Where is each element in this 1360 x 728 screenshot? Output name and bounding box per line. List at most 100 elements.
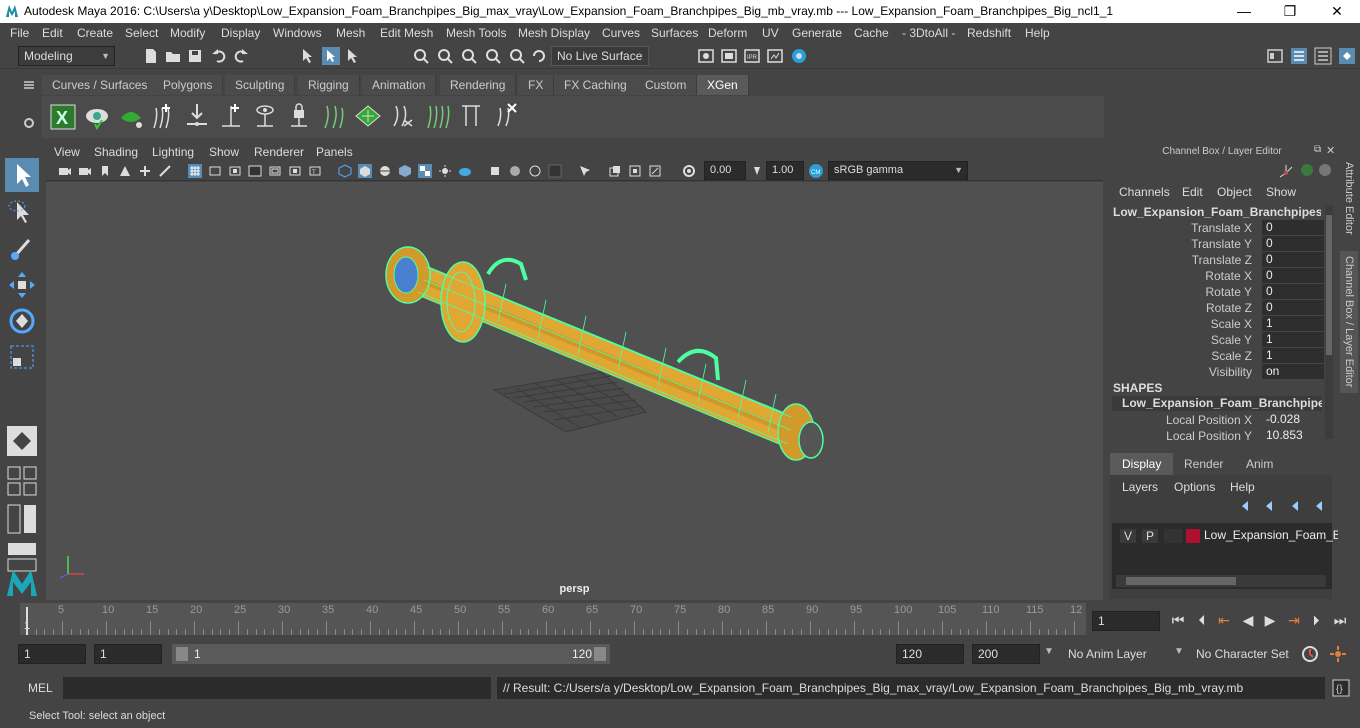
menu-display[interactable]: Display (221, 26, 260, 40)
range-start-handle[interactable] (176, 647, 188, 661)
delete-guides-icon[interactable] (492, 102, 518, 130)
select-tool-icon[interactable] (5, 158, 39, 192)
menu-windows[interactable]: Windows (273, 26, 322, 40)
layer-list-hscrollbar[interactable] (1116, 575, 1326, 587)
attr-translate-z[interactable]: Translate Z0 (1114, 252, 1334, 268)
attr-visibility[interactable]: Visibility on (1114, 364, 1334, 380)
attr-local-position-x[interactable]: Local Position X -0.028 (1114, 412, 1334, 428)
isolate-select-icon[interactable] (488, 164, 502, 178)
exposure-field[interactable]: 0.00 (704, 161, 746, 180)
go-to-end-icon[interactable]: ⏭ (1332, 612, 1348, 628)
tab-animation[interactable]: Animation (362, 75, 437, 95)
gamma-icon[interactable] (750, 164, 764, 178)
step-back-key-icon[interactable]: ⇤ (1216, 612, 1232, 628)
menu-select[interactable]: Select (125, 26, 158, 40)
animation-start-field[interactable]: 1 (18, 644, 86, 664)
attr-translate-y[interactable]: Translate Y0 (1114, 236, 1334, 252)
attr-local-position-y[interactable]: Local Position Y 10.853 (1114, 428, 1334, 444)
render-frame-icon[interactable] (720, 47, 738, 65)
textured-icon[interactable] (398, 164, 412, 178)
tab-fx-caching[interactable]: FX Caching (554, 75, 638, 95)
anim-layer-dropdown[interactable]: No Anim Layer (1062, 644, 1160, 664)
maximize-button[interactable]: ❐ (1275, 2, 1305, 20)
current-frame-field[interactable]: 1 (1092, 611, 1160, 631)
viewport-menu-shading[interactable]: Shading (94, 145, 138, 159)
two-view-layout-icon[interactable] (5, 502, 39, 536)
toggle-attribute-editor-icon[interactable] (1290, 47, 1308, 65)
field-chart-icon[interactable] (268, 164, 282, 178)
command-input[interactable] (63, 677, 491, 699)
menu-uv[interactable]: UV (762, 26, 779, 40)
select-component-icon[interactable] (344, 47, 362, 65)
shelf-settings-gear-icon[interactable] (22, 116, 36, 130)
snap-surface-icon[interactable] (508, 47, 526, 65)
tab-render-layers[interactable]: Render (1172, 453, 1235, 475)
tab-sculpting[interactable]: Sculpting (225, 75, 296, 95)
channel-box-sync-icon[interactable] (1300, 163, 1314, 177)
script-language-label[interactable]: MEL (28, 681, 53, 695)
menu-deform[interactable]: Deform (708, 26, 747, 40)
go-to-start-icon[interactable]: ⏮ (1170, 612, 1186, 628)
menu-edit[interactable]: Edit (42, 26, 63, 40)
guides-to-curves-icon[interactable] (424, 102, 452, 130)
scale-tool-icon[interactable] (5, 340, 39, 374)
single-perspective-layout-icon[interactable] (5, 424, 39, 458)
make-live-icon[interactable] (530, 47, 548, 65)
animation-preferences-icon[interactable] (1328, 644, 1348, 664)
menu-file[interactable]: File (10, 26, 29, 40)
select-camera-icon[interactable] (58, 164, 72, 178)
show-guides-icon[interactable] (252, 102, 278, 130)
tab-channel-box-layer-editor[interactable]: Channel Box / Layer Editor (1340, 251, 1358, 393)
shadows-icon[interactable] (438, 164, 452, 178)
open-scene-icon[interactable] (164, 47, 182, 65)
resolution-gate-icon[interactable] (228, 164, 242, 178)
guide-curves-icon[interactable] (320, 102, 346, 130)
toggle-tool-settings-icon[interactable] (1314, 47, 1332, 65)
animation-end-field[interactable]: 200 (972, 644, 1040, 664)
select-hierarchy-icon[interactable] (300, 47, 318, 65)
film-gate-icon[interactable] (208, 164, 222, 178)
tab-custom[interactable]: Custom (635, 75, 698, 95)
gamma-field[interactable]: 1.00 (766, 161, 804, 180)
layer-display-type[interactable] (1164, 529, 1182, 543)
frame-all-icon[interactable] (608, 164, 622, 178)
attr-rotate-z[interactable]: Rotate Z0 (1114, 300, 1334, 316)
view-transform-dropdown[interactable]: sRGB gamma ▼ (828, 161, 968, 180)
script-editor-icon[interactable]: {} (1332, 679, 1350, 697)
rebuild-guides-icon[interactable] (390, 102, 416, 130)
render-view-icon[interactable] (766, 47, 784, 65)
camera-attributes-icon[interactable] (78, 164, 92, 178)
close-button[interactable]: ✕ (1322, 2, 1352, 20)
screen-space-ao-icon[interactable] (458, 164, 472, 178)
menu-generate[interactable]: Generate (792, 26, 842, 40)
hypershade-icon[interactable] (790, 47, 808, 65)
snap-grid-icon[interactable] (412, 47, 430, 65)
live-surface-field[interactable]: No Live Surface (551, 46, 649, 66)
bookmark-icon[interactable] (98, 164, 112, 178)
menu-cache[interactable]: Cache (854, 26, 889, 40)
sample-mesh-icon[interactable] (354, 102, 382, 130)
cb-menu-show[interactable]: Show (1266, 185, 1296, 199)
render-settings-icon[interactable] (697, 47, 715, 65)
maya-home-logo-icon[interactable] (5, 566, 39, 600)
wireframe-on-shaded-icon[interactable] (378, 164, 392, 178)
select-object-icon[interactable] (322, 47, 340, 65)
lock-guides-icon[interactable] (286, 102, 312, 130)
viewport-menu-lighting[interactable]: Lighting (152, 145, 194, 159)
viewport-menu-panels[interactable]: Panels (316, 145, 353, 159)
toggle-camera-icon[interactable] (648, 164, 662, 178)
menu-curves[interactable]: Curves (602, 26, 640, 40)
current-time-indicator[interactable] (26, 607, 28, 635)
menu-edit-mesh[interactable]: Edit Mesh (380, 26, 433, 40)
tab-fx[interactable]: FX (518, 75, 555, 95)
gate-mask-icon[interactable] (248, 164, 262, 178)
step-forward-frame-icon[interactable]: ⏵ (1308, 612, 1324, 628)
close-panel-icon[interactable]: ✕ (1326, 144, 1335, 157)
anim-layer-chevron-icon[interactable]: ▼ (1044, 646, 1054, 657)
range-end-handle[interactable] (594, 647, 606, 661)
attr-scale-z[interactable]: Scale Z1 (1114, 348, 1334, 364)
use-all-lights-icon[interactable] (418, 164, 432, 178)
layer-name[interactable]: Low_Expansion_Foam_Br (1204, 528, 1345, 542)
selected-object-name[interactable]: Low_Expansion_Foam_Branchpipes_B... (1113, 205, 1321, 219)
menu-modify[interactable]: Modify (170, 26, 205, 40)
